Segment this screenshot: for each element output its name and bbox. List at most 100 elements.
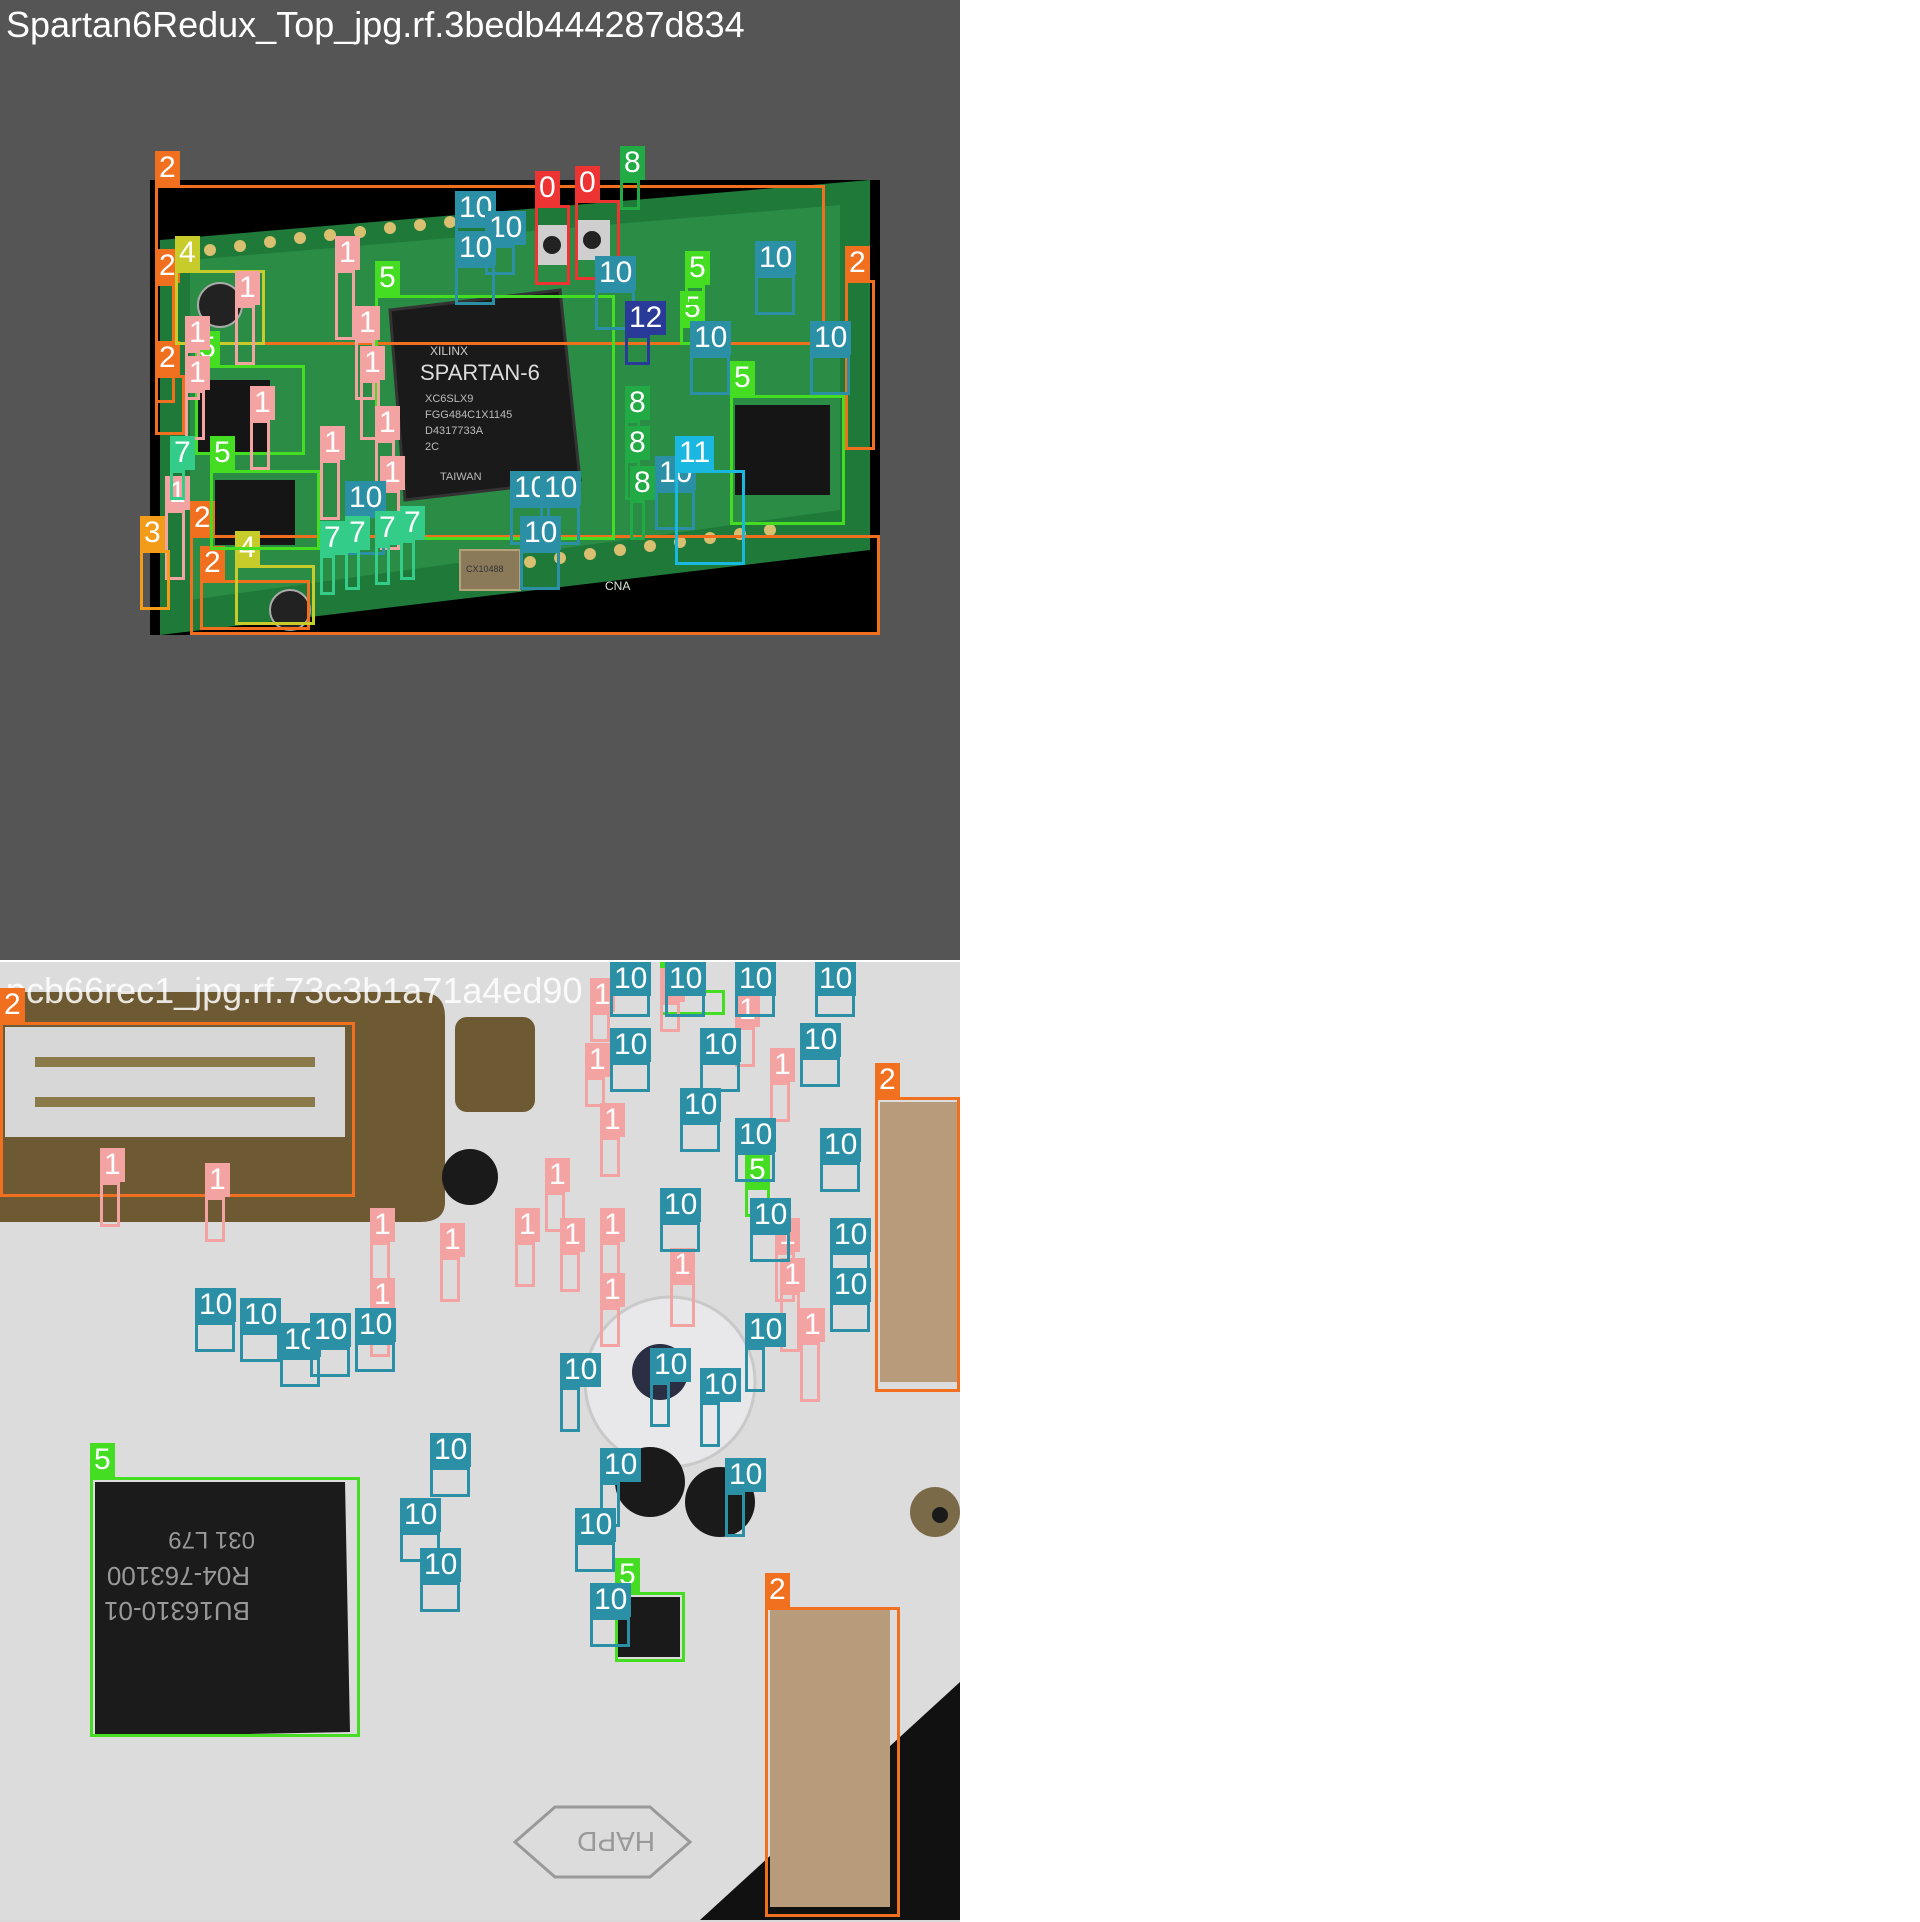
top-bbox-label: 10 [755,241,797,275]
top-bbox-label: 5 [375,261,400,295]
bottom-bbox-label: 10 [310,1313,352,1347]
top-bbox-class-7 [345,550,360,590]
top-bbox-label: 10 [595,256,637,290]
bottom-bbox-class-10 [195,1322,235,1352]
bottom-bbox-label: 1 [770,1048,795,1082]
bottom-bbox-label: 1 [600,1208,625,1242]
bottom-bbox-label: 10 [665,962,707,996]
bottom-bbox-class-1 [440,1257,460,1302]
top-bbox-label: 11 [675,436,715,470]
top-bbox-class-1 [185,390,205,440]
bottom-bbox-label: 10 [750,1198,792,1232]
bottom-bbox-label: 10 [725,1458,767,1492]
bottom-bbox-class-1 [600,1307,620,1347]
top-bbox-class-8 [630,500,645,540]
top-bbox-class-5 [730,395,845,525]
top-bbox-class-1 [250,420,270,470]
top-bbox-class-2 [155,375,185,435]
bottom-bbox-label: 10 [610,1028,652,1062]
top-bbox-label: 1 [335,236,360,270]
top-bbox-class-8 [620,180,640,210]
bottom-bbox-class-10 [745,1347,765,1392]
bottom-bbox-class-10 [430,1467,470,1497]
bottom-bbox-class-1 [590,1012,610,1042]
top-bbox-label: 1 [375,406,400,440]
bottom-bbox-label: 1 [600,1273,625,1307]
top-bbox-class-3 [140,550,170,610]
top-bbox-class-7 [170,470,185,500]
bottom-bbox-label: 1 [370,1208,395,1242]
top-bbox-class-1 [235,305,255,365]
bottom-bbox-label: 1 [370,1278,395,1312]
top-bbox-label: 1 [250,386,275,420]
bottom-bbox-label: 1 [515,1208,540,1242]
top-bbox-label: 5 [210,436,235,470]
bottom-bbox-label: 10 [590,1583,632,1617]
bottom-bbox-class-10 [830,1302,870,1332]
bottom-bbox-class-10 [610,1062,650,1092]
bottom-bbox-label: 10 [195,1288,237,1322]
top-bbox-label: 10 [345,481,387,515]
bottom-bbox-label: 2 [0,988,25,1022]
top-bbox-label: 10 [520,516,562,550]
bottom-bbox-label: 10 [735,1118,777,1152]
bottom-bbox-label: 10 [815,962,857,996]
bottom-bbox-label: 10 [820,1128,862,1162]
top-bbox-label: 2 [200,546,225,580]
bottom-bbox-label: 10 [830,1218,872,1252]
top-bbox-label: 5 [730,361,755,395]
top-bbox-label: 1 [235,271,260,305]
bottom-bbox-label: 10 [355,1308,397,1342]
top-bbox-class-0 [535,205,570,285]
top-bbox-class-5 [210,470,320,550]
top-bbox-label: 2 [155,341,180,375]
top-bbox-label: 0 [575,166,600,200]
bottom-bbox-class-10 [750,1232,790,1262]
bottom-bbox-label: 10 [700,1028,742,1062]
bottom-bbox-label: 10 [430,1433,472,1467]
top-bbox-label: 10 [540,471,582,505]
top-bbox-label: 7 [320,521,345,555]
top-bbox-class-7 [400,540,415,580]
bottom-bbox-label: 1 [800,1308,825,1342]
bottom-bbox-label: 10 [650,1348,692,1382]
top-bbox-label: 10 [690,321,732,355]
top-bbox-label: 2 [155,151,180,185]
bottom-bbox-label: 10 [600,1448,642,1482]
top-bbox-label: 8 [630,466,655,500]
top-bbox-label: 8 [620,146,645,180]
bottom-bbox-label: 1 [560,1218,585,1252]
bottom-bbox-class-10 [590,1617,630,1647]
top-bbox-label: 5 [685,251,710,285]
bottom-bbox-class-10 [310,1347,350,1377]
top-bbox-class-10 [810,355,850,395]
top-bbox-class-7 [320,555,335,595]
top-bbox-label: 1 [185,316,210,350]
top-bbox-class-5 [685,285,705,305]
top-bbox-class-1 [320,460,340,520]
bottom-bbox-label: 2 [875,1063,900,1097]
tile-title-top: Spartan6Redux_Top_jpg.rf.3bedb444287d834 [6,4,745,45]
bottom-bbox-class-1 [670,1282,695,1327]
top-bbox-label: 1 [355,306,380,340]
bottom-bbox-label: 10 [575,1508,617,1542]
top-bbox-label: 12 [625,301,667,335]
bottom-bbox-label: 10 [700,1368,742,1402]
top-bbox-label: 8 [625,426,650,460]
bottom-bbox-class-2 [765,1607,900,1917]
bottom-bbox-label: 1 [670,1248,695,1282]
top-bbox-label: 0 [535,171,560,205]
top-bbox-label: 10 [455,231,497,265]
bottom-bbox-label: 10 [800,1023,842,1057]
svg-text:HAPD: HAPD [577,1826,655,1857]
bottom-bbox-label: 10 [680,1088,722,1122]
top-bbox-class-10 [690,355,730,395]
top-bbox-label: 7 [345,516,370,550]
top-bbox-label: 8 [625,386,650,420]
bottom-bbox-class-10 [575,1542,615,1572]
bottom-bbox-label: 1 [780,1258,805,1292]
bottom-bbox-class-1 [600,1137,620,1177]
bottom-bbox-class-10 [650,1382,670,1427]
bottom-bbox-class-1 [800,1342,820,1402]
bottom-bbox-class-10 [680,1122,720,1152]
